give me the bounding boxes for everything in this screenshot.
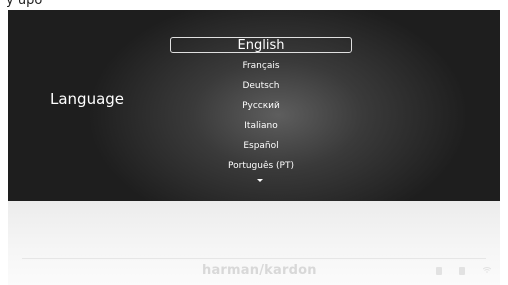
device-photo: y upo Language English Français Deutsch … [0,0,508,285]
display-screen: Language English Français Deutsch Русски… [8,10,500,201]
language-list: English Français Deutsch Русский Italian… [170,37,352,176]
language-option[interactable]: Русский [170,96,352,116]
language-option[interactable]: Português (PT) [170,156,352,176]
language-option[interactable]: Deutsch [170,76,352,96]
brand-logo: harman/kardon [202,263,317,278]
language-option-selected[interactable]: English [170,37,352,53]
power-icon[interactable] [436,267,442,275]
wifi-icon[interactable] [483,267,491,273]
language-section-label: Language [50,90,125,108]
language-option[interactable]: Italiano [170,116,352,136]
language-option[interactable]: Español [170,136,352,156]
mute-icon[interactable] [459,267,465,275]
bezel-divider [22,258,486,259]
cropped-heading-text: y upo [6,0,43,8]
language-option[interactable]: Français [170,56,352,76]
scroll-down-arrow-icon[interactable] [257,179,263,182]
